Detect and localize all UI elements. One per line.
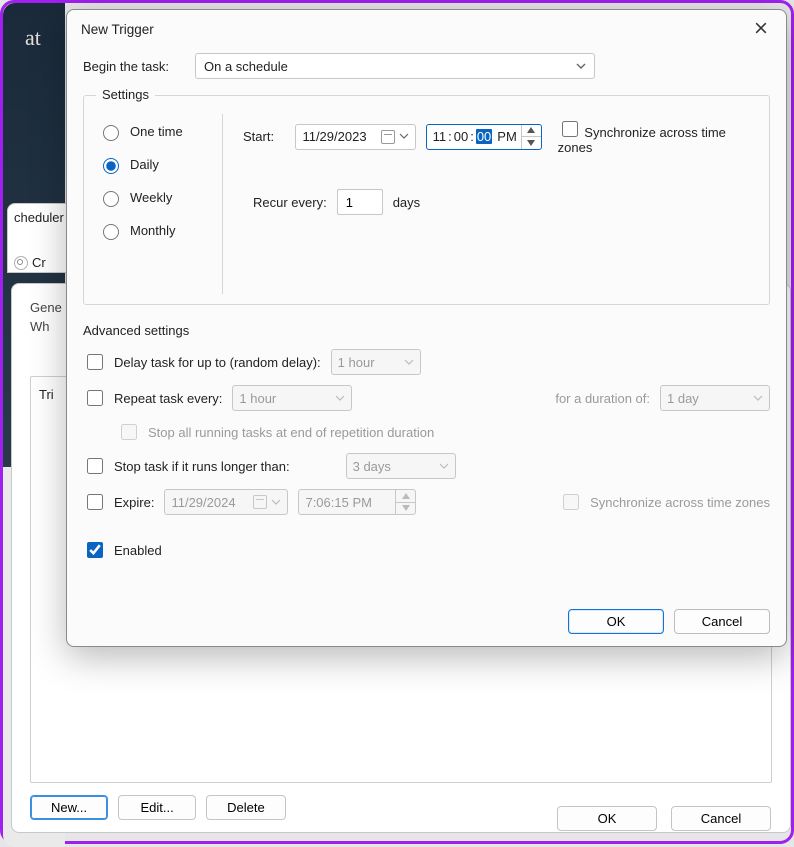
radio-weekly[interactable]: Weekly <box>98 188 200 207</box>
triggers-panel-label-fragment: Tri <box>39 387 54 402</box>
chevron-down-icon <box>404 355 414 370</box>
time-spin-down[interactable] <box>522 137 541 149</box>
close-icon <box>755 22 767 37</box>
tab-when-fragment: Wh <box>30 317 50 336</box>
begin-task-select[interactable]: On a schedule <box>195 53 595 79</box>
radio-weekly-label: Weekly <box>130 190 172 205</box>
start-time-sec: 00 <box>476 129 492 144</box>
duration-value-select: 1 day <box>660 385 770 411</box>
settings-legend: Settings <box>96 87 155 102</box>
chevron-down-icon <box>335 391 345 406</box>
background-cancel-button[interactable]: Cancel <box>671 806 771 831</box>
expire-sync-label: Synchronize across time zones <box>590 495 770 510</box>
settings-fieldset: Settings One time Daily Weekly <box>83 95 770 305</box>
enabled-label: Enabled <box>114 543 162 558</box>
stop-if-longer-label: Stop task if it runs longer than: <box>114 459 290 474</box>
chevron-down-icon <box>399 129 409 144</box>
expire-time-field: 7:06:15 PM <box>298 489 416 515</box>
ok-button[interactable]: OK <box>568 609 664 634</box>
delay-value: 1 hour <box>338 355 375 370</box>
titlebar: New Trigger <box>67 10 786 45</box>
close-button[interactable] <box>746 17 776 41</box>
vertical-divider <box>222 114 223 294</box>
expire-time-value: 7:06:15 PM <box>305 495 372 510</box>
new-trigger-dialog: New Trigger Begin the task: On a schedul… <box>66 9 787 647</box>
start-time-min: 00 <box>454 129 468 144</box>
chevron-down-icon <box>753 391 763 406</box>
chevron-down-icon <box>271 495 281 510</box>
radio-daily[interactable]: Daily <box>98 155 200 174</box>
stop-all-tasks-label: Stop all running tasks at end of repetit… <box>148 425 434 440</box>
radio-monthly-label: Monthly <box>130 223 176 238</box>
background-ok-button[interactable]: OK <box>557 806 657 831</box>
dialog-title: New Trigger <box>81 22 154 37</box>
calendar-icon <box>381 130 395 144</box>
new-trigger-button[interactable]: New... <box>30 795 108 820</box>
enabled-checkbox[interactable]: Enabled <box>83 539 162 561</box>
expire-label: Expire: <box>114 495 154 510</box>
repeat-task-label: Repeat task every: <box>114 391 222 406</box>
delete-trigger-button[interactable]: Delete <box>206 795 286 820</box>
delay-task-label: Delay task for up to (random delay): <box>114 355 321 370</box>
radio-monthly[interactable]: Monthly <box>98 221 200 240</box>
background-text-fragment: at <box>3 25 63 51</box>
repeat-value: 1 hour <box>239 391 276 406</box>
scheduler-title-fragment: cheduler <box>14 210 60 225</box>
expire-sync-checkbox: Synchronize across time zones <box>559 491 770 513</box>
time-spin-up[interactable] <box>522 125 541 138</box>
radio-one-time[interactable]: One time <box>98 122 200 141</box>
duration-value: 1 day <box>667 391 699 406</box>
radio-one-time-label: One time <box>130 124 183 139</box>
recur-unit: days <box>393 195 420 210</box>
advanced-settings-label: Advanced settings <box>83 323 770 338</box>
chevron-down-icon <box>576 59 586 74</box>
recur-label: Recur every: <box>253 195 327 210</box>
expire-date-value: 11/29/2024 <box>171 495 235 510</box>
duration-label: for a duration of: <box>555 391 650 406</box>
start-time-field[interactable]: 11: 00: 00 PM <box>426 124 542 150</box>
background-window-scheduler: cheduler Cr <box>7 203 67 273</box>
chevron-down-icon <box>439 459 449 474</box>
repeat-value-select: 1 hour <box>232 385 352 411</box>
start-date-field[interactable]: 11/29/2023 <box>295 124 415 150</box>
start-date-value: 11/29/2023 <box>302 129 366 144</box>
start-time-ampm: PM <box>497 129 517 144</box>
recur-value-input[interactable] <box>337 189 383 215</box>
stop-if-value: 3 days <box>353 459 391 474</box>
cancel-button[interactable]: Cancel <box>674 609 770 634</box>
stop-if-value-select: 3 days <box>346 453 456 479</box>
begin-task-value: On a schedule <box>204 59 288 74</box>
repeat-task-checkbox[interactable]: Repeat task every: <box>83 387 222 409</box>
edit-trigger-button[interactable]: Edit... <box>118 795 196 820</box>
expire-time-spin-up <box>396 490 415 503</box>
clock-icon <box>14 256 28 270</box>
begin-task-label: Begin the task: <box>83 59 187 74</box>
calendar-icon <box>253 495 267 509</box>
sync-timezones-label: Synchronize across time zones <box>558 125 726 155</box>
sync-timezones-checkbox[interactable]: Synchronize across time zones <box>558 118 757 155</box>
stop-if-longer-checkbox[interactable]: Stop task if it runs longer than: <box>83 455 290 477</box>
expire-checkbox[interactable]: Expire: <box>83 491 154 513</box>
start-time-hour: 11 <box>433 129 447 144</box>
start-label: Start: <box>243 129 285 144</box>
radio-daily-label: Daily <box>130 157 159 172</box>
tab-general-fragment[interactable]: Gene <box>30 298 62 317</box>
expire-time-spin-down <box>396 503 415 515</box>
delay-task-checkbox[interactable]: Delay task for up to (random delay): <box>83 351 321 373</box>
stop-all-tasks-checkbox: Stop all running tasks at end of repetit… <box>117 421 434 443</box>
expire-date-field: 11/29/2024 <box>164 489 288 515</box>
create-task-fragment: Cr <box>32 255 46 270</box>
delay-value-select: 1 hour <box>331 349 421 375</box>
